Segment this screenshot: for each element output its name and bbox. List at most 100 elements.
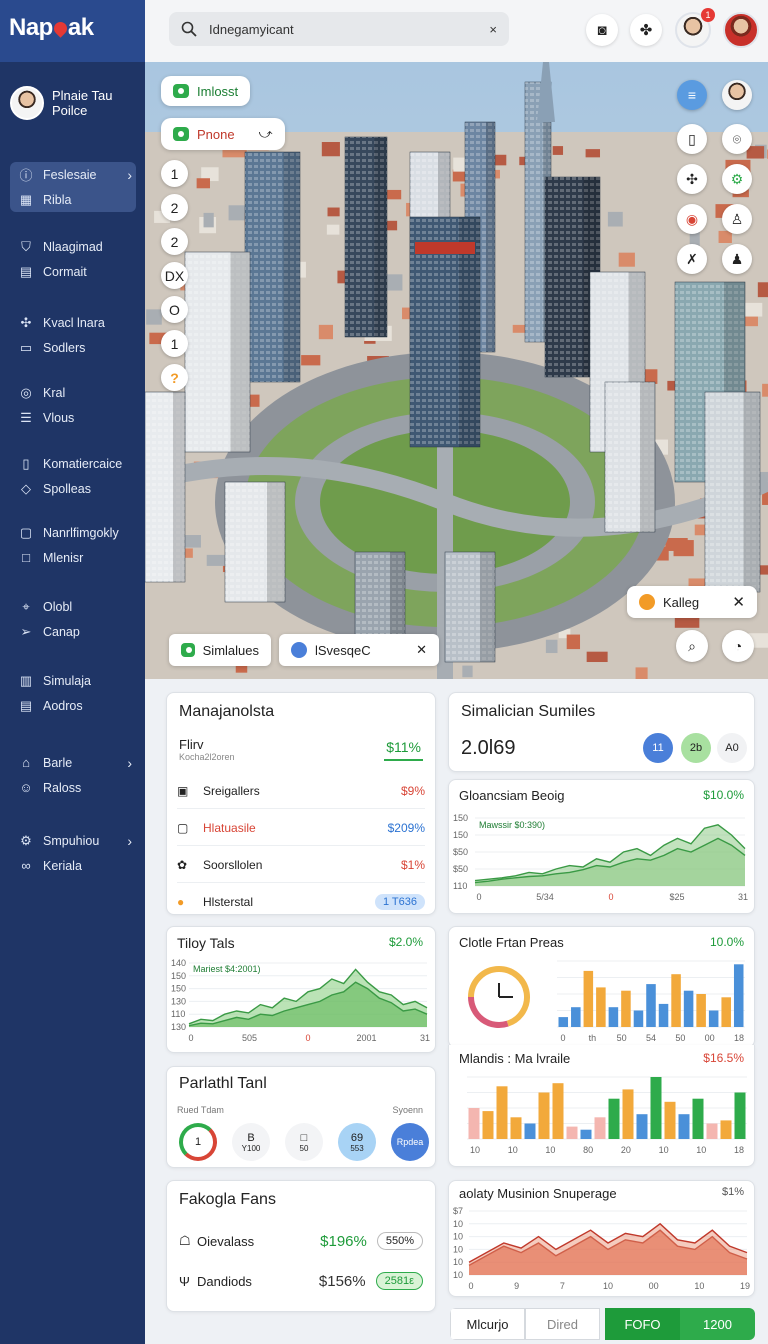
- bar[interactable]: [608, 1098, 620, 1139]
- bar[interactable]: [683, 990, 694, 1027]
- badge-blue[interactable]: 11: [643, 733, 673, 763]
- bar[interactable]: [608, 1007, 619, 1027]
- sidebar-item-2[interactable]: ⛉ Nlaagimad: [10, 234, 136, 259]
- bar[interactable]: [468, 1108, 480, 1139]
- chevron-right-icon[interactable]: ›: [127, 833, 132, 849]
- list-item[interactable]: Ψ Dandiods $156% 2581ε: [179, 1269, 423, 1293]
- bar[interactable]: [571, 1007, 581, 1027]
- clear-search-icon[interactable]: ×: [489, 22, 497, 37]
- person-icon[interactable]: ♙: [722, 204, 752, 234]
- document-icon[interactable]: ▯: [677, 124, 707, 154]
- badge-gray[interactable]: A0: [717, 733, 747, 763]
- sidebar-item-0[interactable]: ⓘ Feslesaie ›: [10, 162, 136, 187]
- sidebar-item-10[interactable]: ▢ Nanrlfimgokly: [10, 520, 136, 545]
- bottom-chip-simlalues[interactable]: Simlalues: [169, 634, 271, 666]
- bar[interactable]: [646, 984, 656, 1027]
- bar[interactable]: [594, 1117, 606, 1139]
- bar[interactable]: [706, 1123, 718, 1140]
- user-location-avatar[interactable]: [722, 80, 752, 110]
- bar[interactable]: [596, 987, 606, 1027]
- bar[interactable]: [733, 964, 744, 1027]
- sidebar-item-12[interactable]: ⌖ Olobl: [10, 594, 136, 619]
- tab-dired[interactable]: Dired: [525, 1308, 600, 1340]
- close-icon[interactable]: ✕: [416, 642, 427, 658]
- bar[interactable]: [566, 1126, 578, 1139]
- search-bar[interactable]: Idnegamyicant ×: [169, 12, 509, 46]
- rotate-icon[interactable]: ⤻: [259, 126, 273, 142]
- sidebar-item-9[interactable]: ◇ Spolleas: [10, 476, 136, 501]
- sidebar-item-16[interactable]: ⌂ Barle ›: [10, 750, 136, 775]
- location-icon[interactable]: ◉: [677, 204, 707, 234]
- area-chart[interactable]: 150 150 $50 $50 110 0 5/34 0 $25 31 Mawssir $0:390…: [449, 808, 755, 913]
- table-row[interactable]: ▢ Hlatuasile $209%: [177, 810, 425, 846]
- bar[interactable]: [622, 1089, 634, 1139]
- list-item[interactable]: ☖ Oievalass $196% 550%: [179, 1229, 423, 1253]
- search-icon[interactable]: ⌕: [676, 630, 708, 662]
- table-row[interactable]: ▣ Sreigallers $9%: [177, 773, 425, 809]
- bar[interactable]: [708, 1010, 719, 1028]
- apps-icon[interactable]: ✤: [630, 14, 662, 46]
- sidebar-item-7[interactable]: ☰ Vlous: [10, 405, 136, 430]
- bar[interactable]: [664, 1101, 676, 1139]
- people-icon[interactable]: ♟: [722, 244, 752, 274]
- map-level-button[interactable]: O: [161, 296, 188, 323]
- bar[interactable]: [482, 1111, 494, 1139]
- notifications-avatar[interactable]: 1: [675, 8, 715, 48]
- place-tag[interactable]: Kalleg ✕: [627, 586, 757, 618]
- bar[interactable]: [720, 1120, 732, 1139]
- search-input[interactable]: Idnegamyicant: [209, 22, 294, 37]
- bar[interactable]: [496, 1086, 508, 1139]
- badge-green[interactable]: 2b: [681, 733, 711, 763]
- user-profile[interactable]: Plnaie Tau Poilce: [10, 86, 112, 120]
- pie-and-bar-chart[interactable]: 0 th 50 54 50 00 18: [449, 955, 755, 1048]
- camera-icon[interactable]: ◙: [586, 14, 618, 46]
- bar[interactable]: [678, 1114, 690, 1139]
- bar[interactable]: [633, 1010, 644, 1028]
- bar[interactable]: [621, 990, 631, 1027]
- sidebar-item-11[interactable]: □ Mlenisr: [10, 545, 136, 570]
- tab-mlcurjo[interactable]: Mlcurjo: [450, 1308, 525, 1340]
- bar[interactable]: [510, 1117, 522, 1139]
- bar[interactable]: [734, 1092, 746, 1140]
- bar[interactable]: [658, 1003, 669, 1027]
- sidebar-item-5[interactable]: ▭ Sodlers: [10, 335, 136, 360]
- bar[interactable]: [583, 970, 594, 1027]
- pie-slice[interactable]: [468, 996, 509, 1028]
- table-row[interactable]: ✿ Soorsllolen $1%: [177, 847, 425, 883]
- chevron-right-icon[interactable]: ›: [127, 755, 132, 771]
- metric-circle[interactable]: Rpdea: [391, 1123, 429, 1161]
- bar[interactable]: [524, 1123, 536, 1140]
- gear-icon[interactable]: ⚙: [722, 164, 752, 194]
- bottom-chip-lsvesqec[interactable]: lSvesqeC ✕: [279, 634, 439, 666]
- bar[interactable]: [538, 1092, 550, 1140]
- metric-circle[interactable]: B Y100: [232, 1123, 270, 1161]
- bar-chart[interactable]: 10 10 10 80 20 10 10 18: [449, 1071, 755, 1165]
- layer-chip-phone[interactable]: Pnone ⤻: [161, 118, 285, 150]
- metric-circle[interactable]: □ 50: [285, 1123, 323, 1161]
- walk-icon[interactable]: ✗: [677, 244, 707, 274]
- bar[interactable]: [558, 1017, 569, 1027]
- sidebar-item-18[interactable]: ⚙ Smpuhiou ›: [10, 828, 136, 853]
- sidebar-item-13[interactable]: ➢ Canap: [10, 619, 136, 644]
- chevron-right-icon[interactable]: ›: [127, 167, 132, 183]
- pie-slice[interactable]: [468, 966, 500, 998]
- metric-circle[interactable]: 69 553: [338, 1123, 376, 1161]
- metric-circle[interactable]: 1: [179, 1123, 217, 1161]
- tab-1200[interactable]: 1200: [680, 1308, 755, 1340]
- menu-icon[interactable]: ≡: [677, 80, 707, 110]
- map-level-button[interactable]: 2: [161, 228, 188, 255]
- layer-chip-imlosst[interactable]: Imlosst: [161, 76, 251, 106]
- sidebar-item-15[interactable]: ▤ Aodros: [10, 693, 136, 718]
- sidebar-item-8[interactable]: ▯ Komatiercaice: [10, 451, 136, 476]
- puzzle-icon[interactable]: ✣: [677, 164, 707, 194]
- map-level-button[interactable]: 2: [161, 194, 188, 221]
- sidebar-item-4[interactable]: ✣ Kvacl lnara: [10, 310, 136, 335]
- sidebar-item-19[interactable]: ∞ Keriala: [10, 853, 136, 878]
- bar[interactable]: [552, 1083, 564, 1139]
- area-chart[interactable]: $7 10 10 10 10 10 0 9 7 10 00 10 19: [449, 1205, 755, 1297]
- profile-avatar[interactable]: [723, 12, 759, 48]
- sidebar-item-1[interactable]: ▦ Ribla: [10, 187, 136, 212]
- bar[interactable]: [580, 1129, 592, 1139]
- bar[interactable]: [721, 997, 731, 1027]
- bar[interactable]: [636, 1114, 648, 1139]
